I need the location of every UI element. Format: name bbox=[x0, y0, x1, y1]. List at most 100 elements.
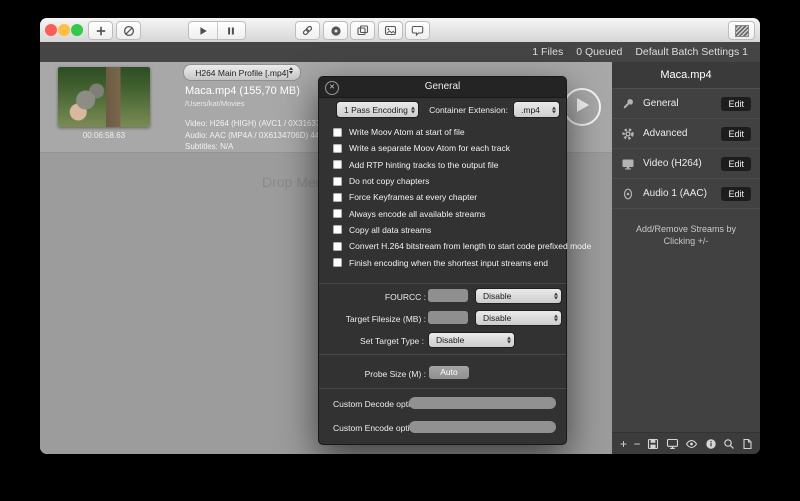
toolbar bbox=[40, 18, 760, 43]
add-file-button[interactable] bbox=[88, 21, 113, 40]
fourcc-mode-value: Disable bbox=[483, 291, 511, 301]
start-encoding-button[interactable] bbox=[189, 22, 217, 39]
chevron-updown-icon bbox=[554, 293, 558, 300]
stripes-icon bbox=[735, 25, 749, 37]
edit-video-button[interactable]: Edit bbox=[721, 157, 751, 171]
general-settings-panel: ✕ General 1 Pass Encoding Container Exte… bbox=[318, 76, 567, 445]
custom-decode-field[interactable] bbox=[409, 397, 556, 409]
checkbox[interactable] bbox=[333, 258, 342, 267]
sidebar-item-label: Audio 1 (AAC) bbox=[643, 188, 707, 199]
subtitles-info: Subtitles: N/A bbox=[185, 142, 233, 151]
batch-windows-button[interactable] bbox=[350, 21, 375, 40]
pause-encoding-button[interactable] bbox=[217, 22, 246, 39]
duration-label: 00:06:58.63 bbox=[58, 131, 150, 140]
play-preview-button[interactable] bbox=[563, 88, 601, 126]
batch-settings-button[interactable] bbox=[728, 21, 755, 40]
checkbox[interactable] bbox=[333, 193, 342, 202]
container-extension-value: .mp4 bbox=[521, 105, 540, 115]
divider bbox=[319, 283, 566, 284]
link-icon bbox=[301, 24, 314, 37]
checkbox-row[interactable]: Write Moov Atom at start of file bbox=[333, 124, 558, 140]
fourcc-mode-dropdown[interactable]: Disable bbox=[476, 289, 561, 303]
fourcc-field[interactable] bbox=[428, 289, 468, 302]
sidebar-item-general[interactable]: General Edit bbox=[612, 89, 760, 119]
sidebar-item-advanced[interactable]: Advanced Edit bbox=[612, 119, 760, 149]
checkbox-row[interactable]: Add RTP hinting tracks to the output fil… bbox=[333, 157, 558, 173]
save-settings-button[interactable] bbox=[647, 438, 659, 450]
checkbox[interactable] bbox=[333, 177, 342, 186]
files-count: 1 Files bbox=[532, 46, 563, 58]
remove-stream-button[interactable]: − bbox=[634, 439, 641, 449]
streams-hint: Add/Remove Streams by Clicking +/- bbox=[612, 224, 760, 247]
chat-icon bbox=[411, 24, 424, 37]
edit-audio-button[interactable]: Edit bbox=[721, 187, 751, 201]
cancel-button[interactable] bbox=[116, 21, 141, 40]
custom-encode-field[interactable] bbox=[409, 421, 556, 433]
video-thumbnail bbox=[58, 67, 150, 127]
probe-size-label: Probe Size (M) : bbox=[319, 369, 426, 379]
checkbox-row[interactable]: Copy all data streams bbox=[333, 222, 558, 238]
checkbox-row[interactable]: Do not copy chapters bbox=[333, 173, 558, 189]
chevron-updown-icon bbox=[507, 337, 511, 344]
edit-general-button[interactable]: Edit bbox=[721, 97, 751, 111]
target-filesize-field[interactable] bbox=[428, 311, 468, 324]
probe-size-auto-button[interactable]: Auto bbox=[429, 366, 469, 379]
info-button[interactable] bbox=[705, 438, 717, 450]
stack-icon bbox=[356, 24, 369, 37]
minimize-window-button[interactable] bbox=[58, 24, 70, 36]
set-target-type-value: Disable bbox=[436, 335, 464, 345]
panel-titlebar: ✕ General bbox=[319, 77, 566, 98]
checkbox-row[interactable]: Convert H.264 bitstream from length to s… bbox=[333, 238, 558, 254]
fourcc-label: FOURCC : bbox=[319, 292, 426, 302]
log-window-button[interactable] bbox=[405, 21, 430, 40]
set-target-type-dropdown[interactable]: Disable bbox=[429, 333, 514, 347]
checkbox[interactable] bbox=[333, 144, 342, 153]
edit-advanced-button[interactable]: Edit bbox=[721, 127, 751, 141]
checkbox[interactable] bbox=[333, 225, 342, 234]
checkbox[interactable] bbox=[333, 209, 342, 218]
close-window-button[interactable] bbox=[45, 24, 57, 36]
zoom-window-button[interactable] bbox=[71, 24, 83, 36]
checkbox-row[interactable]: Always encode all available streams bbox=[333, 205, 558, 221]
document-button[interactable] bbox=[742, 438, 753, 450]
speaker-icon bbox=[621, 187, 635, 201]
preset-dropdown-value: H264 Main Profile [.mp4] bbox=[195, 68, 289, 78]
checkbox-row[interactable]: Force Keyframes at every chapter bbox=[333, 189, 558, 205]
checkbox[interactable] bbox=[333, 160, 342, 169]
preset-dropdown[interactable]: H264 Main Profile [.mp4] bbox=[183, 64, 301, 81]
preview-image-button[interactable] bbox=[378, 21, 403, 40]
join-files-button[interactable] bbox=[295, 21, 320, 40]
sidebar-item-video[interactable]: Video (H264) Edit bbox=[612, 149, 760, 179]
container-extension-dropdown[interactable]: .mp4 bbox=[514, 102, 559, 117]
minus-icon: − bbox=[634, 437, 641, 451]
sidebar-item-audio[interactable]: Audio 1 (AAC) Edit bbox=[612, 179, 760, 209]
plus-icon bbox=[95, 25, 107, 37]
set-target-type-label: Set Target Type : bbox=[319, 336, 424, 346]
search-button[interactable] bbox=[723, 438, 735, 450]
pause-icon bbox=[225, 25, 237, 37]
play-icon bbox=[197, 25, 209, 37]
divider bbox=[319, 354, 566, 355]
container-extension-label: Container Extension: bbox=[419, 105, 508, 115]
panel-title: General bbox=[425, 81, 461, 92]
disc-button[interactable] bbox=[323, 21, 348, 40]
add-stream-button[interactable]: + bbox=[620, 439, 627, 449]
plus-icon: + bbox=[620, 437, 627, 451]
preview-display-button[interactable] bbox=[666, 438, 679, 450]
queued-count: 0 Queued bbox=[576, 46, 622, 58]
info-icon bbox=[705, 438, 717, 450]
record-icon bbox=[330, 25, 342, 37]
chevron-updown-icon bbox=[552, 106, 556, 113]
target-filesize-mode-dropdown[interactable]: Disable bbox=[476, 311, 561, 325]
settings-sidebar: Maca.mp4 General Edit Advanced Edit Vide… bbox=[612, 62, 760, 454]
pass-encoding-dropdown[interactable]: 1 Pass Encoding bbox=[337, 102, 418, 117]
checkbox[interactable] bbox=[333, 128, 342, 137]
watch-button[interactable] bbox=[685, 438, 698, 450]
close-icon[interactable]: ✕ bbox=[325, 81, 339, 95]
checkbox[interactable] bbox=[333, 242, 342, 251]
target-filesize-label: Target Filesize (MB) : bbox=[319, 314, 426, 324]
checkbox-row[interactable]: Finish encoding when the shortest input … bbox=[333, 254, 558, 270]
checkbox-row[interactable]: Write a separate Moov Atom for each trac… bbox=[333, 140, 558, 156]
display-icon bbox=[666, 438, 679, 450]
file-title: Maca.mp4 (155,70 MB) bbox=[185, 85, 300, 97]
